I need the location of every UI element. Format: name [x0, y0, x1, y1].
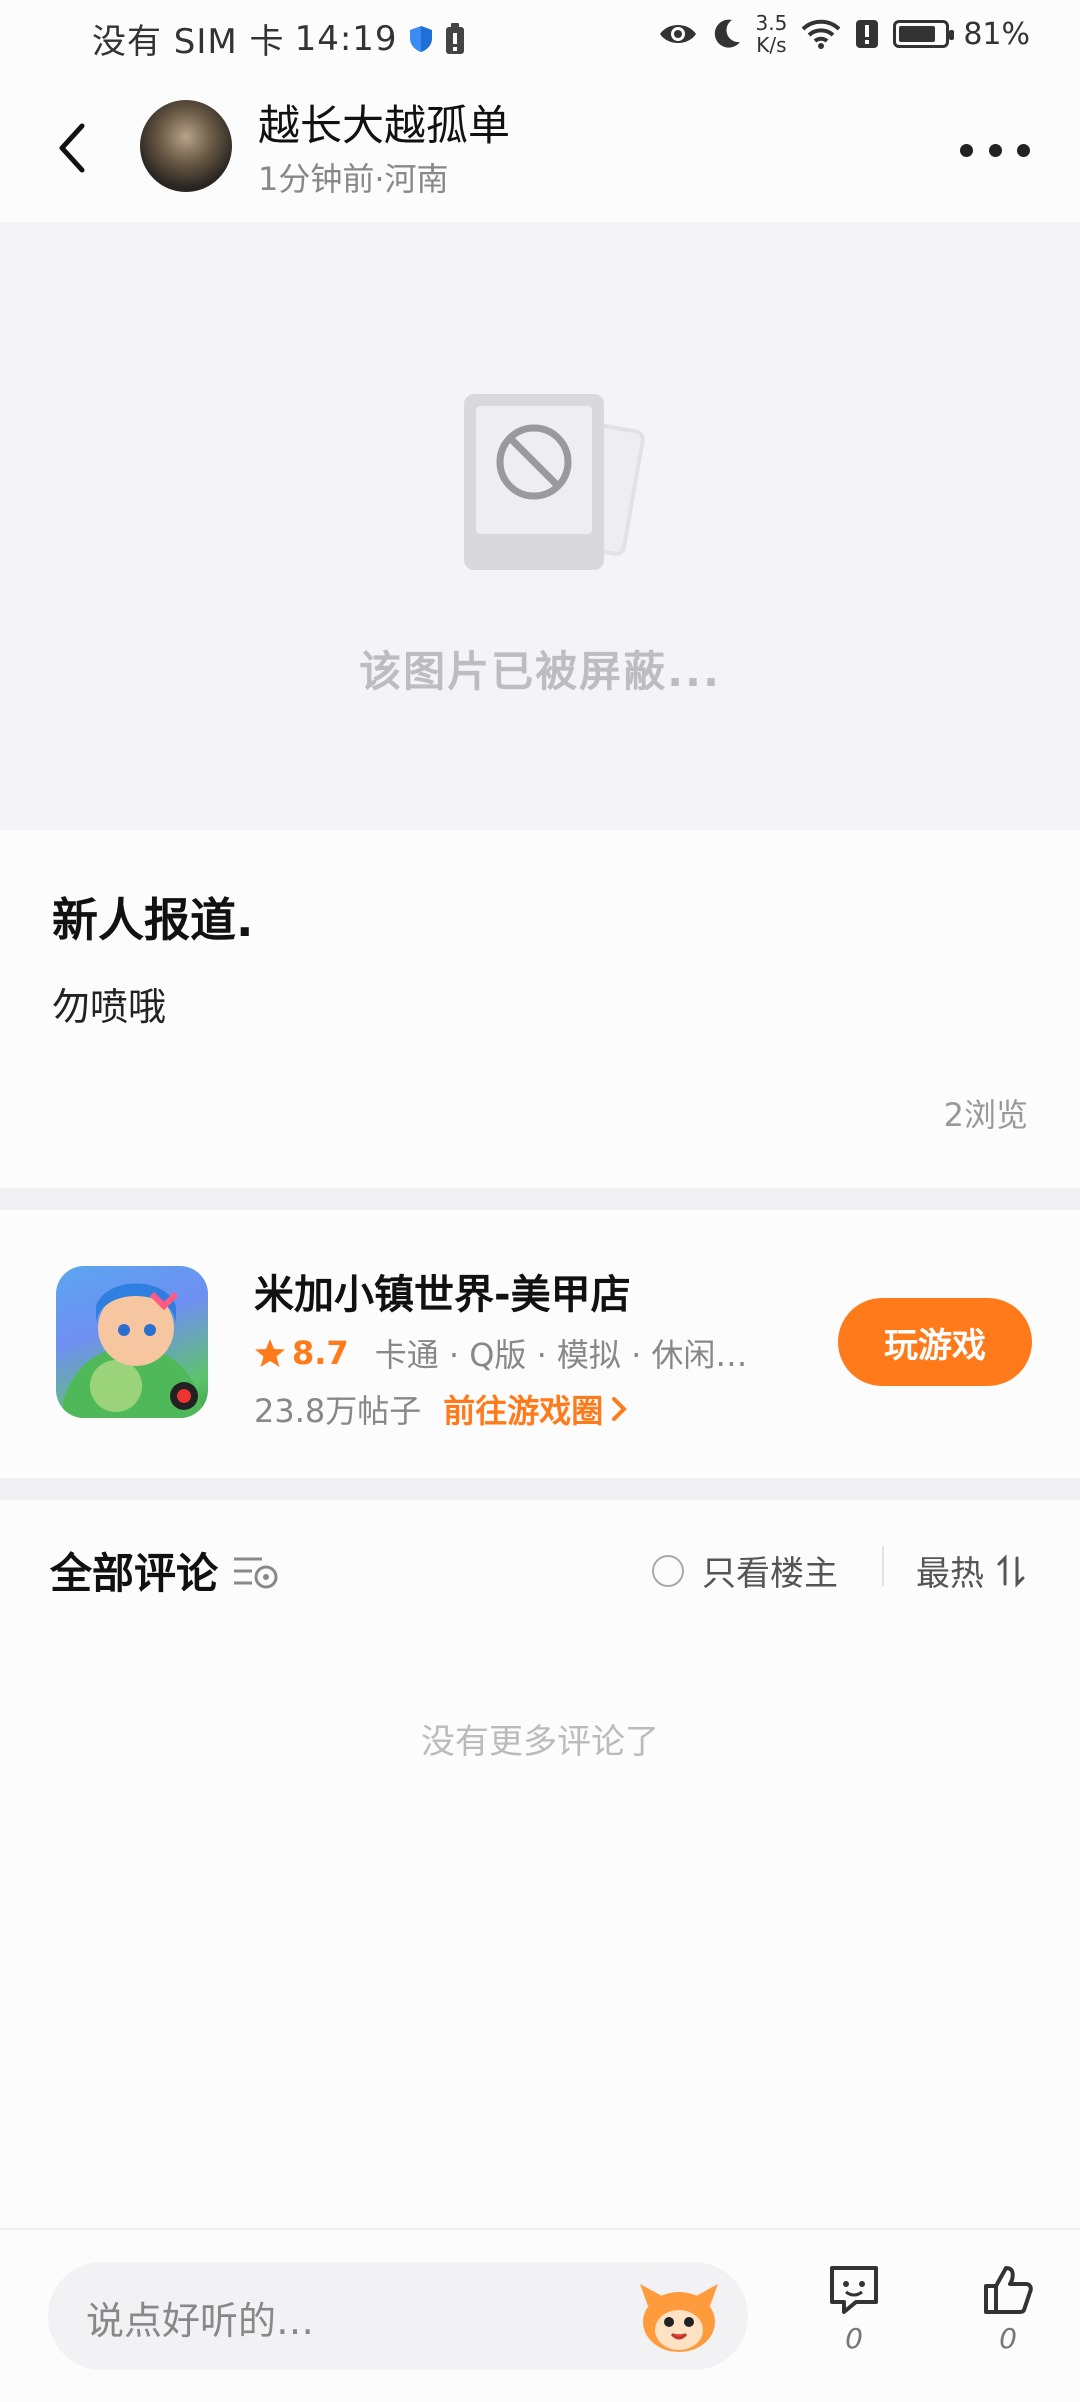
blocked-image-icon [464, 394, 645, 570]
wifi-icon [801, 19, 841, 49]
time-text: 14:19 [294, 18, 398, 59]
post-title: 新人报道. [52, 893, 254, 947]
comments-title: 全部评论 [50, 1549, 219, 1598]
section-divider [0, 1188, 1080, 1210]
like-action[interactable]: 0 [958, 2262, 1058, 2355]
chevron-right-icon [612, 1397, 628, 1421]
game-name[interactable]: 米加小镇世界-美甲店 [254, 1262, 631, 1320]
battery-fill [899, 26, 936, 42]
status-left: 没有 SIM 卡 14:19 [92, 14, 466, 63]
thumbs-up-icon [984, 2266, 1033, 2314]
game-tags: 卡通 · Q版 · 模拟 · 休闲… [374, 1336, 748, 1374]
sort-icon [997, 1553, 1025, 1588]
post-header: 越长大越孤单 1分钟前·河南 [0, 78, 1080, 220]
game-art-icon [62, 1283, 202, 1418]
back-button[interactable] [48, 118, 94, 178]
status-bar: 没有 SIM 卡 14:19 3.5 K/s 81% [0, 0, 1080, 78]
comment-count: 0 [845, 2322, 863, 2355]
star-icon [255, 1339, 285, 1367]
more-dot-icon [960, 143, 973, 157]
goto-game-circle-link[interactable]: 前往游戏圈 [443, 1386, 628, 1432]
comment-action[interactable]: 0 [804, 2262, 904, 2355]
moon-icon [714, 19, 740, 48]
view-count: 2浏览 [943, 1096, 1028, 1134]
alert-icon [856, 20, 879, 48]
notification-icon [445, 22, 464, 54]
shield-icon [409, 25, 432, 52]
only-op-toggle[interactable]: 只看楼主 [652, 1546, 838, 1595]
speed-unit: K/s [756, 33, 787, 57]
like-count: 0 [999, 2322, 1017, 2355]
speed-value: 3.5 [755, 11, 788, 35]
radio-icon [652, 1554, 684, 1587]
sort-divider [882, 1546, 884, 1586]
more-options-button[interactable] [960, 128, 1030, 172]
comment-bubble-icon [830, 2266, 878, 2314]
status-right: 3.5 K/s 81% [658, 12, 1030, 56]
filter-settings-icon[interactable] [232, 1551, 280, 1591]
post-meta: 1分钟前·河南 [258, 160, 449, 198]
play-game-button[interactable]: 玩游戏 [838, 1298, 1032, 1386]
more-dot-icon [988, 143, 1002, 157]
battery-text: 81% [963, 16, 1030, 52]
comments-header: 全部评论 [50, 1540, 280, 1601]
section-divider [0, 1478, 1080, 1500]
only-op-label: 只看楼主 [702, 1554, 838, 1594]
mascot-emoji-icon[interactable] [636, 2276, 722, 2356]
carrier-text: 没有 SIM 卡 [92, 22, 285, 62]
comment-placeholder: 说点好听的… [86, 2299, 315, 2343]
battery-icon [893, 20, 955, 48]
blocked-image-text: 该图片已被屏蔽... [359, 647, 721, 696]
game-meta: 8.7 卡通 · Q版 · 模拟 · 休闲… [254, 1330, 747, 1376]
no-more-comments: 没有更多评论了 [421, 1722, 659, 1762]
eye-icon [659, 25, 696, 43]
more-dot-icon [1017, 143, 1030, 157]
game-sub: 23.8万帖子 前往游戏圈 [254, 1386, 628, 1432]
goto-game-circle-label: 前往游戏圈 [443, 1392, 604, 1430]
sort-label: 最热 [916, 1554, 984, 1594]
back-arrow-icon [59, 123, 85, 173]
avatar[interactable] [140, 100, 232, 192]
network-speed: 3.5 K/s [756, 12, 788, 56]
game-rating: 8.7 [292, 1334, 349, 1372]
game-icon[interactable] [56, 1266, 208, 1418]
post-content: 勿喷哦 [52, 985, 167, 1029]
sort-button[interactable]: 最热 [916, 1546, 1026, 1595]
game-post-count: 23.8万帖子 [254, 1392, 422, 1430]
author-name[interactable]: 越长大越孤单 [258, 92, 510, 153]
